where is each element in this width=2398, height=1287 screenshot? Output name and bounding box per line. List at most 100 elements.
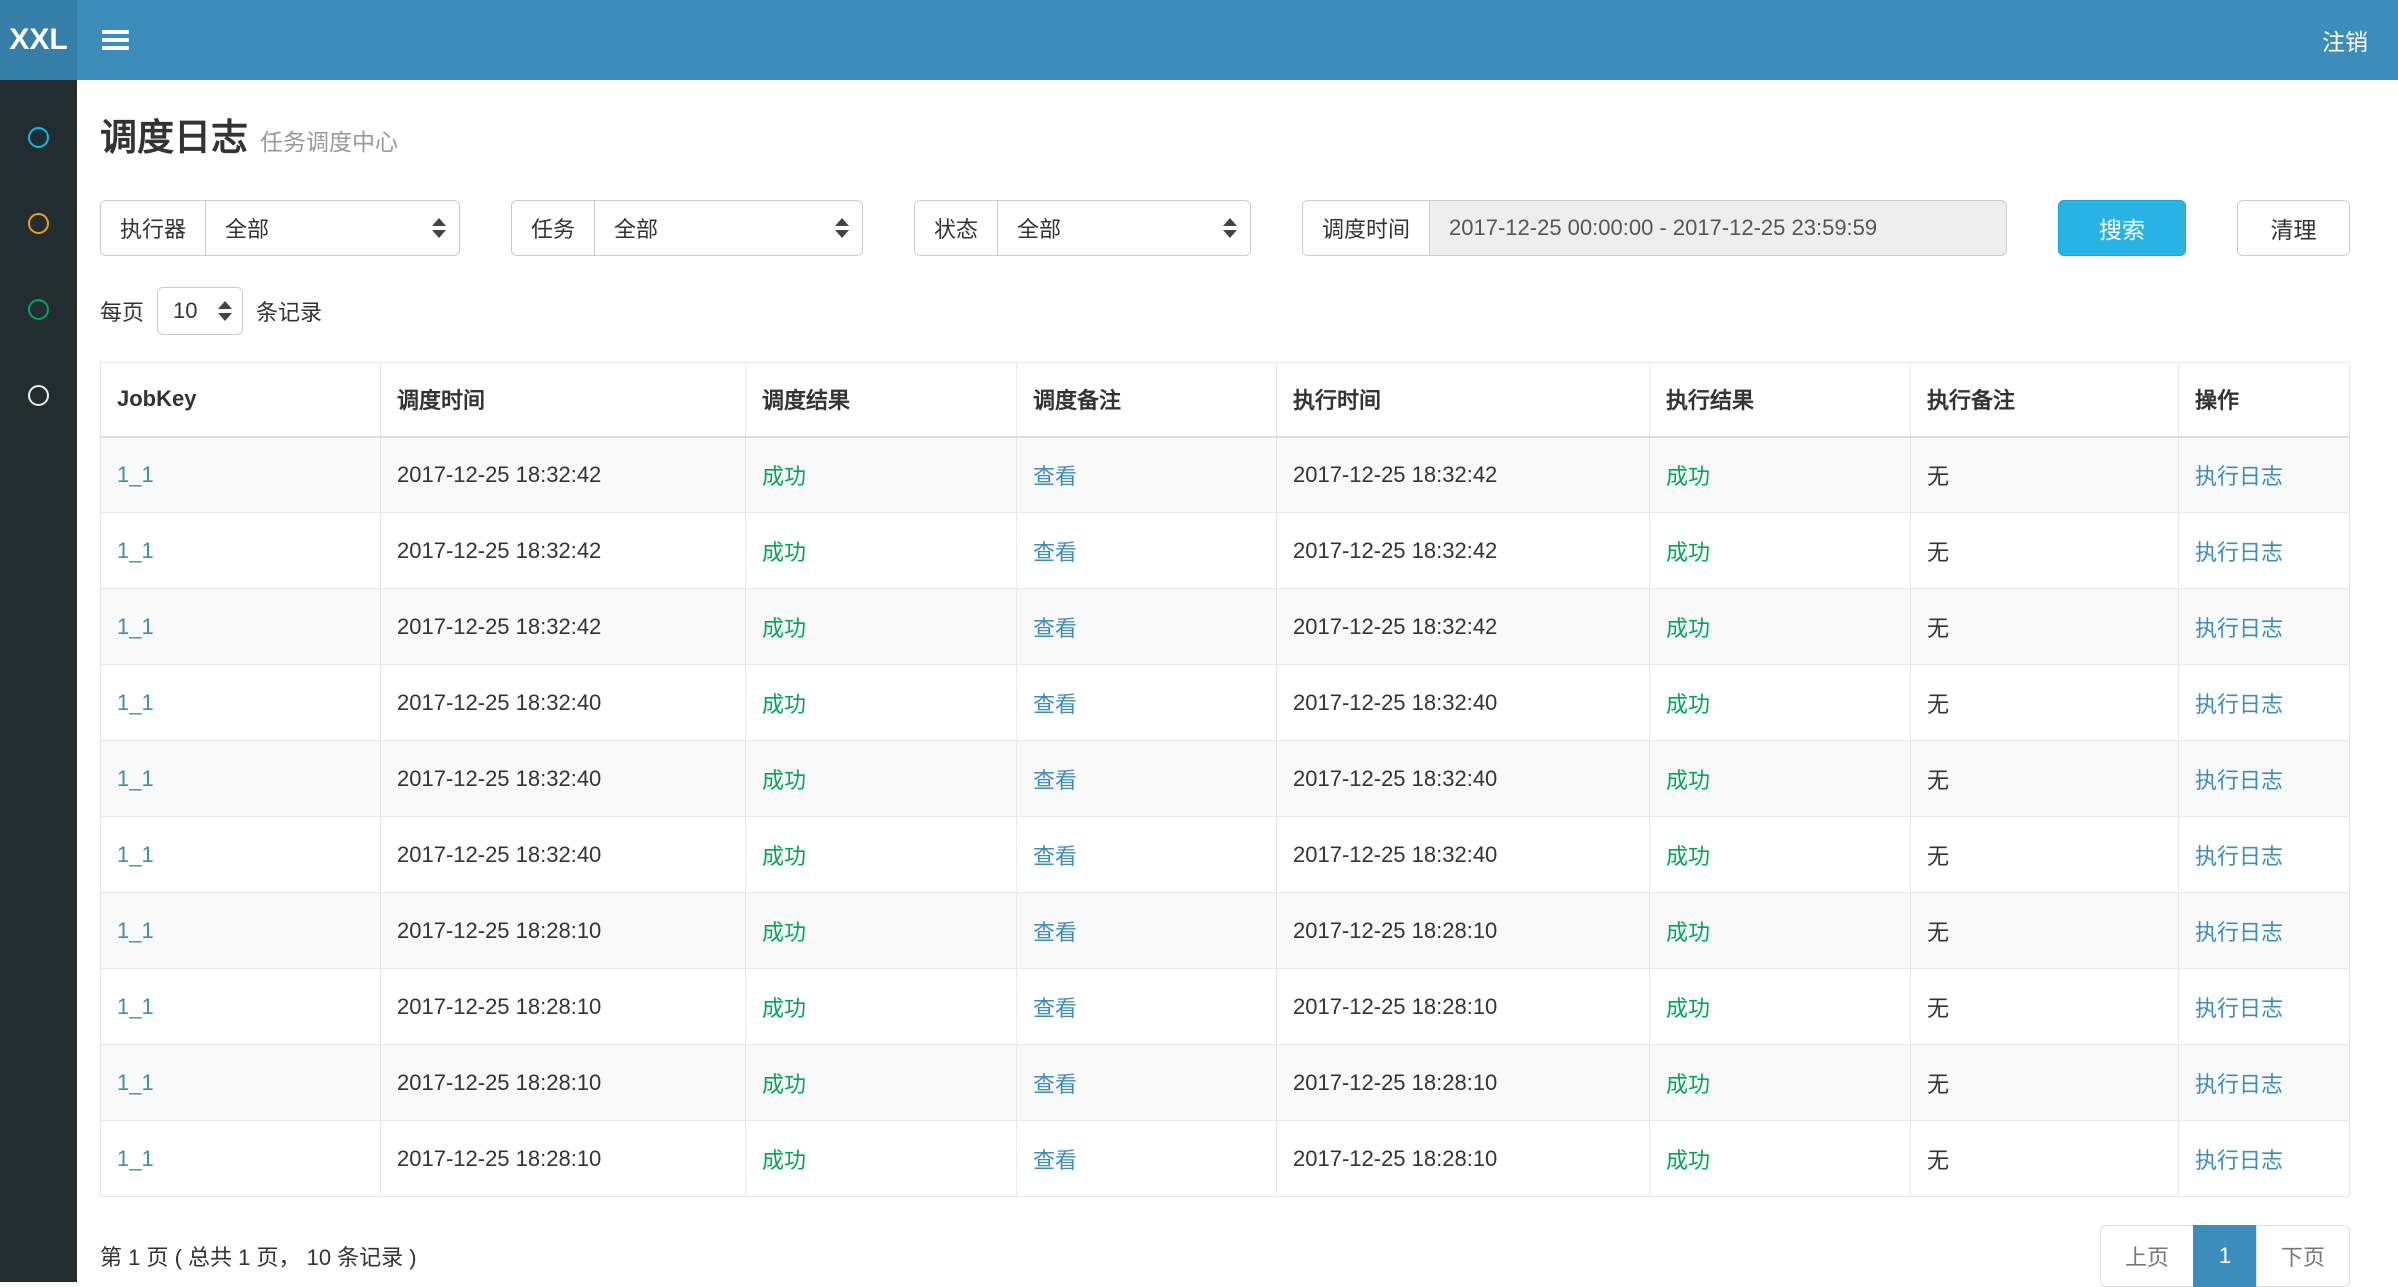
trigger-msg-link[interactable]: 查看 [1033,540,1077,565]
handle-result-text: 成功 [1666,844,1710,869]
executor-select[interactable]: 全部 [205,200,460,256]
trigger-msg-link[interactable]: 查看 [1033,920,1077,945]
execution-log-link[interactable]: 执行日志 [2195,920,2283,945]
sidebar-item[interactable] [0,94,77,180]
executor-filter-group: 执行器 全部 [100,200,460,256]
jobkey-cell: 1_1 [101,589,381,665]
jobkey-cell: 1_1 [101,437,381,513]
trigger-result-cell: 成功 [746,817,1017,893]
trigger-time-range-input[interactable]: 2017-12-25 00:00:00 - 2017-12-25 23:59:5… [1429,200,2007,256]
handle-result-cell: 成功 [1650,437,1911,513]
log-row: 1_1 2017-12-25 18:32:42 成功 查看 2017-12-25… [101,513,2350,589]
trigger-result-cell: 成功 [746,513,1017,589]
jobkey-cell: 1_1 [101,817,381,893]
trigger-time-cell: 2017-12-25 18:32:42 [381,513,746,589]
trigger-msg-link[interactable]: 查看 [1033,616,1077,641]
trigger-msg-cell: 查看 [1017,589,1277,665]
execution-log-link[interactable]: 执行日志 [2195,616,2283,641]
sidebar-item[interactable] [0,266,77,352]
status-select-value: 全部 [1017,212,1061,244]
sidebar-item[interactable] [0,352,77,438]
sidebar-toggle-button[interactable] [77,0,153,80]
trigger-time-filter-group: 调度时间 2017-12-25 00:00:00 - 2017-12-25 23… [1302,200,2007,256]
jobkey-link[interactable]: 1_1 [117,1070,154,1095]
jobkey-link[interactable]: 1_1 [117,842,154,867]
jobkey-link[interactable]: 1_1 [117,994,154,1019]
action-cell: 执行日志 [2179,893,2350,969]
app-logo[interactable]: XXL [0,0,77,80]
column-header: 调度时间 [381,363,746,437]
handle-result-cell: 成功 [1650,1121,1911,1197]
circle-outline-icon [28,127,49,148]
executor-filter-label: 执行器 [100,200,205,256]
status-select[interactable]: 全部 [997,200,1251,256]
logout-link[interactable]: 注销 [2292,23,2398,57]
job-select[interactable]: 全部 [594,200,863,256]
jobkey-link[interactable]: 1_1 [117,1146,154,1171]
trigger-msg-cell: 查看 [1017,1121,1277,1197]
clear-button[interactable]: 清理 [2237,200,2350,256]
page-title-text: 调度日志 [100,117,248,158]
handle-result-text: 成功 [1666,1072,1710,1097]
jobkey-link[interactable]: 1_1 [117,462,154,487]
page-size-row: 每页 10 条记录 [100,286,2350,336]
pagination: 上页 1 下页 [2100,1225,2350,1287]
trigger-msg-cell: 查看 [1017,1045,1277,1121]
execution-log-link[interactable]: 执行日志 [2195,1072,2283,1097]
trigger-msg-link[interactable]: 查看 [1033,768,1077,793]
content-area: 调度日志任务调度中心 执行器 全部 任务 全部 状态 [77,80,2398,1282]
handle-msg-cell: 无 [1911,589,2179,665]
trigger-result-text: 成功 [762,692,806,717]
filter-bar: 执行器 全部 任务 全部 状态 全部 [100,200,2350,256]
jobkey-link[interactable]: 1_1 [117,690,154,715]
trigger-time-cell: 2017-12-25 18:32:40 [381,817,746,893]
trigger-time-cell: 2017-12-25 18:32:40 [381,665,746,741]
column-header: 执行时间 [1277,363,1650,437]
execution-log-link[interactable]: 执行日志 [2195,540,2283,565]
trigger-result-text: 成功 [762,540,806,565]
jobkey-link[interactable]: 1_1 [117,614,154,639]
handle-time-cell: 2017-12-25 18:32:40 [1277,741,1650,817]
handle-result-text: 成功 [1666,616,1710,641]
handle-msg-cell: 无 [1911,513,2179,589]
execution-log-link[interactable]: 执行日志 [2195,768,2283,793]
execution-log-link[interactable]: 执行日志 [2195,844,2283,869]
jobkey-cell: 1_1 [101,1045,381,1121]
sidebar-item[interactable] [0,180,77,266]
handle-result-cell: 成功 [1650,665,1911,741]
trigger-msg-link[interactable]: 查看 [1033,1072,1077,1097]
status-filter-label: 状态 [914,200,997,256]
jobkey-link[interactable]: 1_1 [117,766,154,791]
execution-log-link[interactable]: 执行日志 [2195,996,2283,1021]
trigger-msg-link[interactable]: 查看 [1033,464,1077,489]
job-select-value: 全部 [614,212,658,244]
handle-msg-cell: 无 [1911,817,2179,893]
jobkey-link[interactable]: 1_1 [117,918,154,943]
execution-log-link[interactable]: 执行日志 [2195,1148,2283,1173]
trigger-msg-link[interactable]: 查看 [1033,844,1077,869]
jobkey-cell: 1_1 [101,741,381,817]
trigger-msg-link[interactable]: 查看 [1033,692,1077,717]
execution-log-link[interactable]: 执行日志 [2195,464,2283,489]
handle-result-cell: 成功 [1650,589,1911,665]
table-footer: 第 1 页 ( 总共 1 页， 10 条记录 ) 上页 1 下页 [100,1225,2350,1287]
jobkey-cell: 1_1 [101,665,381,741]
prev-page-button[interactable]: 上页 [2100,1225,2194,1287]
trigger-time-cell: 2017-12-25 18:32:40 [381,741,746,817]
select-arrows-icon [835,218,849,238]
execution-log-link[interactable]: 执行日志 [2195,692,2283,717]
search-button[interactable]: 搜索 [2058,200,2186,256]
page-size-value: 10 [173,298,197,324]
log-row: 1_1 2017-12-25 18:28:10 成功 查看 2017-12-25… [101,969,2350,1045]
trigger-msg-link[interactable]: 查看 [1033,1148,1077,1173]
trigger-msg-link[interactable]: 查看 [1033,996,1077,1021]
action-cell: 执行日志 [2179,969,2350,1045]
jobkey-link[interactable]: 1_1 [117,538,154,563]
jobkey-cell: 1_1 [101,1121,381,1197]
log-row: 1_1 2017-12-25 18:32:40 成功 查看 2017-12-25… [101,741,2350,817]
pagination-summary: 第 1 页 ( 总共 1 页， 10 条记录 ) [100,1240,417,1272]
page-size-select[interactable]: 10 [157,287,243,335]
job-filter-label: 任务 [511,200,594,256]
current-page-button[interactable]: 1 [2193,1225,2257,1287]
next-page-button[interactable]: 下页 [2256,1225,2350,1287]
